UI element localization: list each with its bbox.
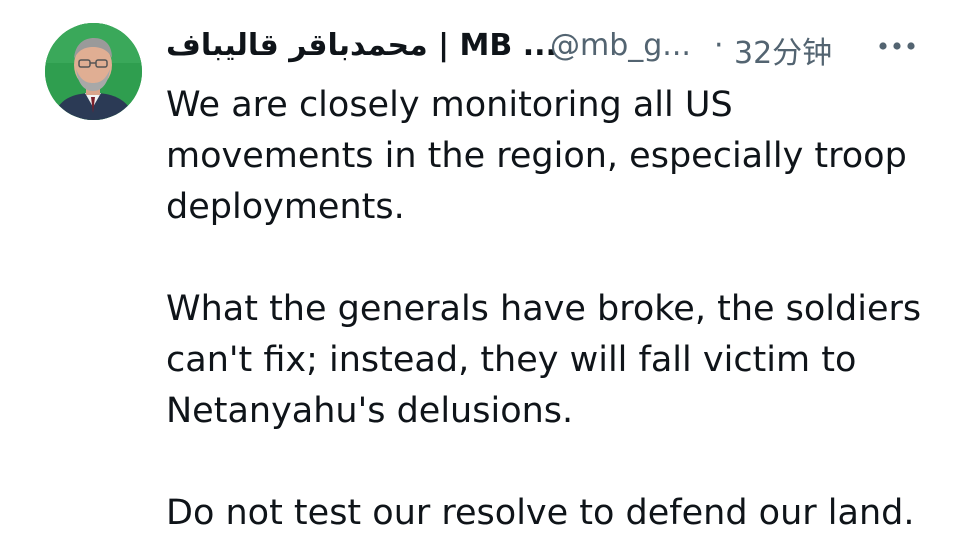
more-options-button[interactable] <box>872 22 922 70</box>
author-avatar[interactable] <box>45 23 142 120</box>
tweet-text: We are closely monitoring all US movemen… <box>166 80 936 539</box>
header-separator: · <box>714 28 724 63</box>
tweet-line: can't fix; instead, they will fall victi… <box>166 340 857 380</box>
tweet-line: We are closely monitoring all US <box>166 85 733 125</box>
tweet-paragraph: We are closely monitoring all US movemen… <box>166 80 936 233</box>
tweet-header: محمدباقر قالیباف | MB ... @mb_g... · 32分… <box>166 22 926 74</box>
tweet-line: Do not test our resolve to defend our la… <box>166 493 915 533</box>
tweet-line: deployments. <box>166 187 405 227</box>
tweet-paragraph: Do not test our resolve to defend our la… <box>166 488 936 539</box>
tweet-card[interactable]: محمدباقر قالیباف | MB ... @mb_g... · 32分… <box>0 0 960 548</box>
tweet-paragraph: What the generals have broke, the soldie… <box>166 284 936 437</box>
profile-photo-icon <box>45 23 142 120</box>
tweet-line: movements in the region, especially troo… <box>166 136 907 176</box>
tweet-line: Netanyahu's delusions. <box>166 391 574 431</box>
tweet-line: What the generals have broke, the soldie… <box>166 289 922 329</box>
ellipsis-icon <box>879 42 915 50</box>
tweet-timestamp[interactable]: 32分钟 <box>734 28 832 72</box>
author-display-name[interactable]: محمدباقر قالیباف | MB ... <box>166 28 557 63</box>
author-handle[interactable]: @mb_g... <box>550 28 691 63</box>
